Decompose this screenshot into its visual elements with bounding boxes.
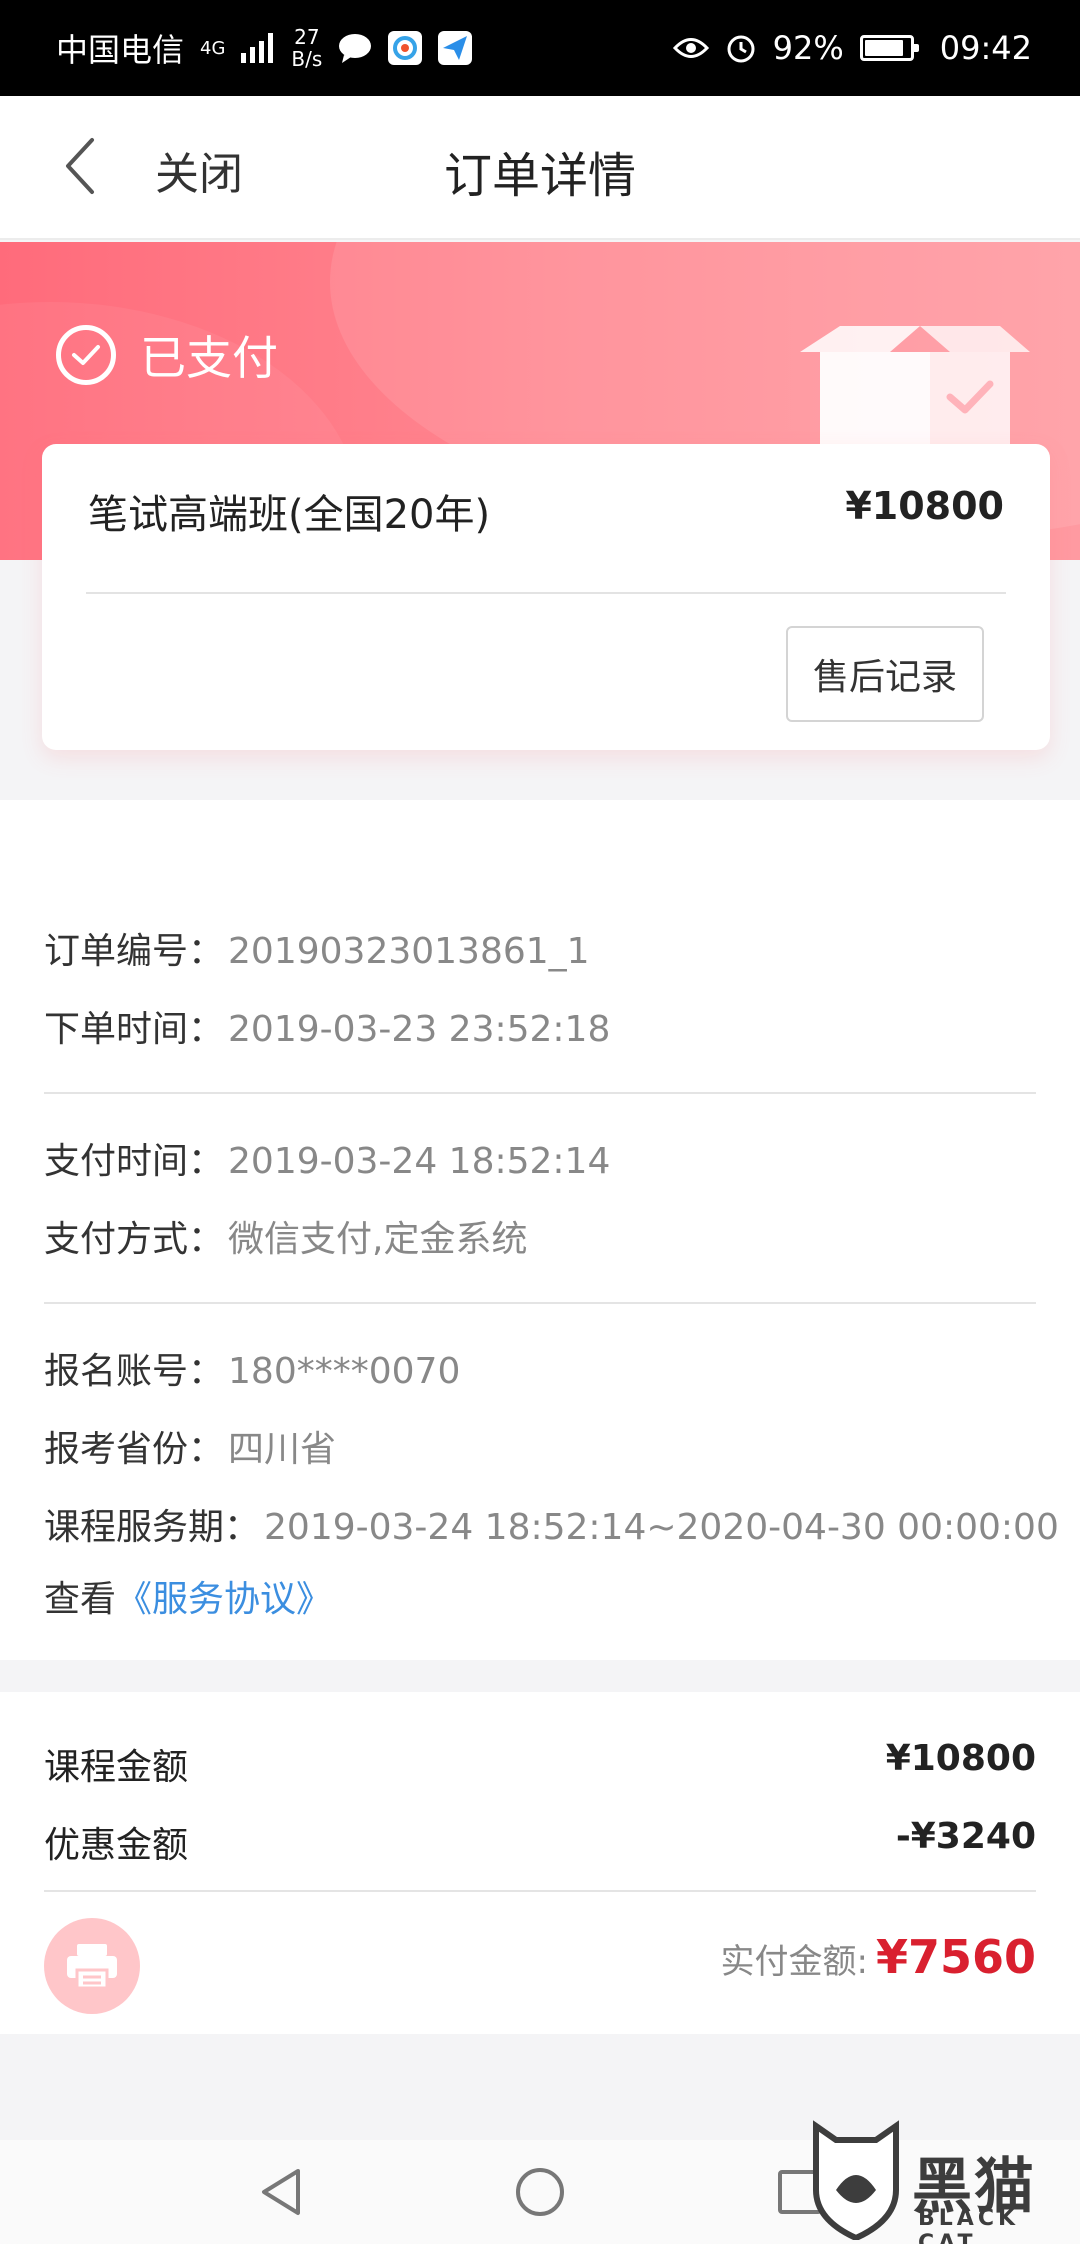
order-number-label: 订单编号： xyxy=(44,931,225,972)
divider xyxy=(44,1890,1036,1892)
clock: 09:42 xyxy=(939,29,1032,67)
discount-amount-value: -¥3240 xyxy=(895,1816,1036,1857)
alarm-icon xyxy=(727,35,755,63)
product-price: ¥10800 xyxy=(845,484,1004,528)
page-title: 订单详情 xyxy=(443,148,636,204)
paid-amount: 实付金额: ¥7560 xyxy=(720,1930,1036,1984)
pay-time-value: 2019-03-24 18:52:14 xyxy=(228,1141,611,1182)
province-label: 报考省份： xyxy=(44,1429,225,1470)
order-number-row: 订单编号： 20190323013861_1 xyxy=(44,922,590,974)
course-amount-row: 课程金额 ¥10800 xyxy=(44,1738,1036,1790)
course-amount-value: ¥10800 xyxy=(885,1738,1036,1779)
order-status: 已支付 xyxy=(56,322,278,388)
order-info-section: 订单编号： 20190323013861_1 下单时间： 2019-03-23 23… xyxy=(0,800,1080,1660)
order-time-label: 下单时间： xyxy=(44,1009,225,1050)
carrier-name: 中国电信 xyxy=(56,31,185,69)
printer-icon xyxy=(67,1944,117,1990)
agreement-row: 查看《服务协议》 xyxy=(44,1570,332,1622)
divider xyxy=(44,1302,1036,1304)
send-app-icon xyxy=(438,31,473,65)
divider xyxy=(86,592,1006,594)
divider xyxy=(44,1092,1036,1094)
battery-icon xyxy=(859,35,919,61)
service-period-value: 2019-03-24 18:52:14~2020-04-30 00:00:00 xyxy=(264,1507,1059,1548)
account-value: 180****0070 xyxy=(228,1351,461,1392)
battery-percent: 92% xyxy=(772,29,844,67)
product-name: 笔试高端班(全国20年) xyxy=(88,492,491,538)
message-icon xyxy=(339,34,372,63)
discount-amount-row: 优惠金额 -¥3240 xyxy=(44,1816,1036,1868)
package-box-icon xyxy=(800,326,1030,447)
order-time-row: 下单时间： 2019-03-23 23:52:18 xyxy=(44,1000,610,1052)
pay-method-value: 微信支付,定金系统 xyxy=(228,1219,528,1260)
system-home-button[interactable] xyxy=(510,2162,570,2222)
print-button[interactable] xyxy=(44,1918,140,2014)
black-cat-watermark: 黑猫 BLACK CAT xyxy=(800,2120,1080,2244)
status-bar-left: 中国电信 4G 27 B/s xyxy=(56,25,473,71)
account-row: 报名账号： 180****0070 xyxy=(44,1342,460,1394)
after-sales-button[interactable]: 售后记录 xyxy=(786,626,984,722)
view-label: 查看 xyxy=(44,1579,117,1620)
amount-section: 课程金额 ¥10800 优惠金额 -¥3240 实付金额: ¥7560 xyxy=(0,1692,1080,2034)
province-row: 报考省份： 四川省 xyxy=(44,1420,336,1472)
pay-time-label: 支付时间： xyxy=(44,1141,225,1182)
watermark-subtext: BLACK CAT xyxy=(918,2206,1020,2244)
service-period-row: 课程服务期： 2019-03-24 18:52:14~2020-04-30 00:… xyxy=(44,1498,1059,1550)
service-agreement-link[interactable]: 《服务协议》 xyxy=(116,1579,332,1620)
service-period-label: 课程服务期： xyxy=(44,1507,261,1548)
order-status-label: 已支付 xyxy=(140,331,278,385)
system-back-button[interactable] xyxy=(250,2162,310,2222)
eye-icon xyxy=(672,38,709,58)
triangle-back-icon xyxy=(262,2169,300,2215)
signal-icon xyxy=(241,33,274,63)
account-label: 报名账号： xyxy=(44,1351,225,1392)
status-bar: 中国电信 4G 27 B/s 92% 09:42 xyxy=(0,0,1080,96)
order-number-value: 20190323013861_1 xyxy=(228,931,590,972)
pay-method-label: 支付方式： xyxy=(44,1219,225,1260)
cat-shield-icon xyxy=(813,2120,899,2240)
paid-amount-value: ¥7560 xyxy=(875,1930,1036,1984)
check-circle-icon xyxy=(56,325,116,385)
province-value: 四川省 xyxy=(228,1429,337,1470)
network-speed: 27 B/s xyxy=(291,26,322,70)
product-card: 笔试高端班(全国20年) ¥10800 售后记录 xyxy=(42,444,1050,750)
top-nav-bar: 关闭 订单详情 xyxy=(0,96,1080,240)
browser-app-icon xyxy=(388,31,423,65)
pay-method-row: 支付方式： 微信支付,定金系统 xyxy=(44,1210,527,1262)
network-speed-unit: B/s xyxy=(291,47,323,71)
discount-amount-label: 优惠金额 xyxy=(44,1825,189,1866)
pay-time-row: 支付时间： 2019-03-24 18:52:14 xyxy=(44,1132,610,1184)
circle-home-icon xyxy=(516,2168,564,2216)
network-speed-value: 27 xyxy=(294,25,320,49)
paid-amount-label: 实付金额: xyxy=(720,1942,868,1982)
order-time-value: 2019-03-23 23:52:18 xyxy=(228,1009,611,1050)
status-bar-right: 92% 09:42 xyxy=(672,29,1032,67)
network-type: 4G xyxy=(200,37,226,59)
course-amount-label: 课程金额 xyxy=(44,1747,189,1788)
